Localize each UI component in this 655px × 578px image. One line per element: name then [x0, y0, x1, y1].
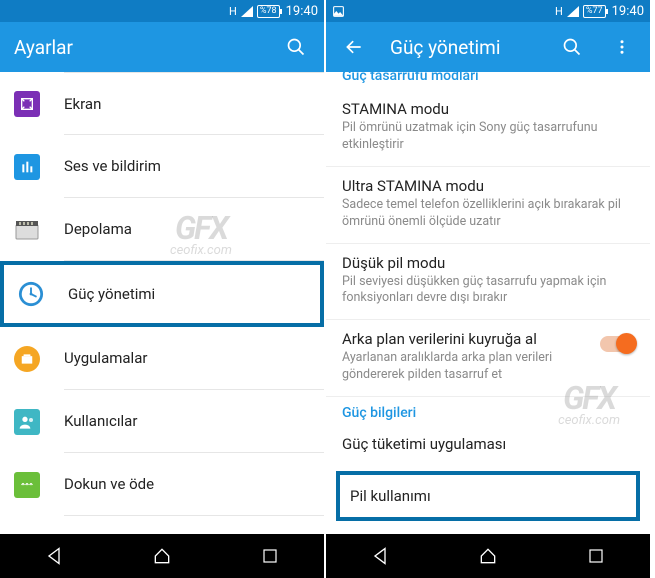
settings-row-sound[interactable]: Ses ve bildirim — [0, 135, 324, 198]
settings-row-display[interactable]: Ekran — [0, 72, 324, 135]
page-title: Ayarlar — [14, 36, 260, 59]
app-bar: Ayarlar — [0, 22, 324, 72]
phone-right: H %77 19:40 Güç yönetimi Güç tasarrufu m… — [326, 0, 652, 578]
app-bar: Güç yönetimi — [326, 22, 650, 72]
settings-row-power[interactable]: Güç yönetimi — [0, 261, 324, 327]
status-bar: H %78 19:40 — [0, 0, 324, 22]
item-ultra-stamina[interactable]: Ultra STAMINA modu Sadece temel telefon … — [326, 167, 650, 244]
sound-icon — [14, 154, 40, 180]
apps-icon — [14, 346, 40, 372]
row-label: Kullanıcılar — [64, 390, 324, 453]
item-queue-bg-data[interactable]: Arka plan verilerini kuyruğa al Ayarlana… — [326, 320, 650, 397]
back-icon[interactable] — [340, 33, 368, 61]
recent-button[interactable] — [250, 536, 290, 576]
settings-row-apps[interactable]: Uygulamalar — [0, 327, 324, 390]
item-subtitle: Sadece temel telefon özelliklerini açık … — [342, 197, 634, 231]
back-button[interactable] — [360, 536, 400, 576]
row-label: Uygulamalar — [64, 327, 324, 390]
home-button[interactable] — [142, 536, 182, 576]
item-title: Güç tüketimi uygulaması — [342, 435, 634, 453]
search-icon[interactable] — [558, 33, 586, 61]
battery-icon: %78 — [257, 5, 280, 18]
item-subtitle: Pil seviyesi düşükken güç tasarrufu yapm… — [342, 274, 634, 308]
screenshot-icon — [332, 5, 345, 18]
item-title: Arka plan verilerini kuyruğa al — [342, 330, 590, 348]
phone-left: H %78 19:40 Ayarlar Ekran Ses ve bildiri… — [0, 0, 326, 578]
back-button[interactable] — [34, 536, 74, 576]
signal-icon — [241, 6, 253, 17]
network-type-icon: H — [555, 5, 563, 18]
item-subtitle: Pil ömrünü uzatmak için Sony güç tasarru… — [342, 120, 634, 154]
settings-list: Ekran Ses ve bildirim Depolama Güç yönet… — [0, 72, 324, 534]
storage-icon — [14, 217, 40, 243]
row-label: Ses ve bildirim — [64, 135, 324, 198]
settings-row-users[interactable]: Kullanıcılar — [0, 390, 324, 453]
row-label: Ekran — [64, 72, 324, 135]
settings-row-storage[interactable]: Depolama — [0, 198, 324, 261]
clock: 19:40 — [612, 4, 644, 19]
power-icon — [18, 281, 44, 307]
signal-icon — [567, 6, 579, 17]
recent-button[interactable] — [576, 536, 616, 576]
item-title: Ultra STAMINA modu — [342, 177, 634, 195]
item-low-battery[interactable]: Düşük pil modu Pil seviyesi düşükken güç… — [326, 244, 650, 321]
item-subtitle: Ayarlanan aralıklarda arka plan verileri… — [342, 350, 590, 384]
item-stamina[interactable]: STAMINA modu Pil ömrünü uzatmak için Son… — [326, 90, 650, 167]
item-title: STAMINA modu — [342, 100, 634, 118]
status-bar: H %77 19:40 — [326, 0, 650, 22]
navigation-bar — [326, 534, 650, 578]
section-header-modes: Güç tasarrufu modları — [326, 72, 650, 90]
home-button[interactable] — [468, 536, 508, 576]
power-management-list: Güç tasarrufu modları STAMINA modu Pil ö… — [326, 72, 650, 534]
page-title: Güç yönetimi — [390, 36, 536, 59]
row-label: Güç yönetimi — [68, 265, 320, 323]
item-title: Düşük pil modu — [342, 254, 634, 272]
nfc-icon — [14, 472, 40, 498]
section-header-info: Güç bilgileri — [326, 397, 650, 425]
toggle-switch[interactable] — [600, 336, 634, 352]
display-icon — [14, 91, 40, 117]
clock: 19:40 — [286, 4, 318, 19]
overflow-icon[interactable] — [608, 33, 636, 61]
row-label: Dokun ve öde — [64, 453, 324, 516]
row-label: Depolama — [64, 198, 324, 261]
battery-icon: %77 — [583, 5, 606, 18]
navigation-bar — [0, 534, 324, 578]
item-consumption-app[interactable]: Güç tüketimi uygulaması — [326, 425, 650, 467]
item-title: Pil kullanımı — [350, 487, 431, 505]
settings-row-nfc[interactable]: Dokun ve öde — [0, 453, 324, 516]
search-icon[interactable] — [282, 33, 310, 61]
item-battery-usage[interactable]: Pil kullanımı — [336, 471, 640, 521]
users-icon — [14, 409, 40, 435]
network-type-icon: H — [229, 5, 237, 18]
